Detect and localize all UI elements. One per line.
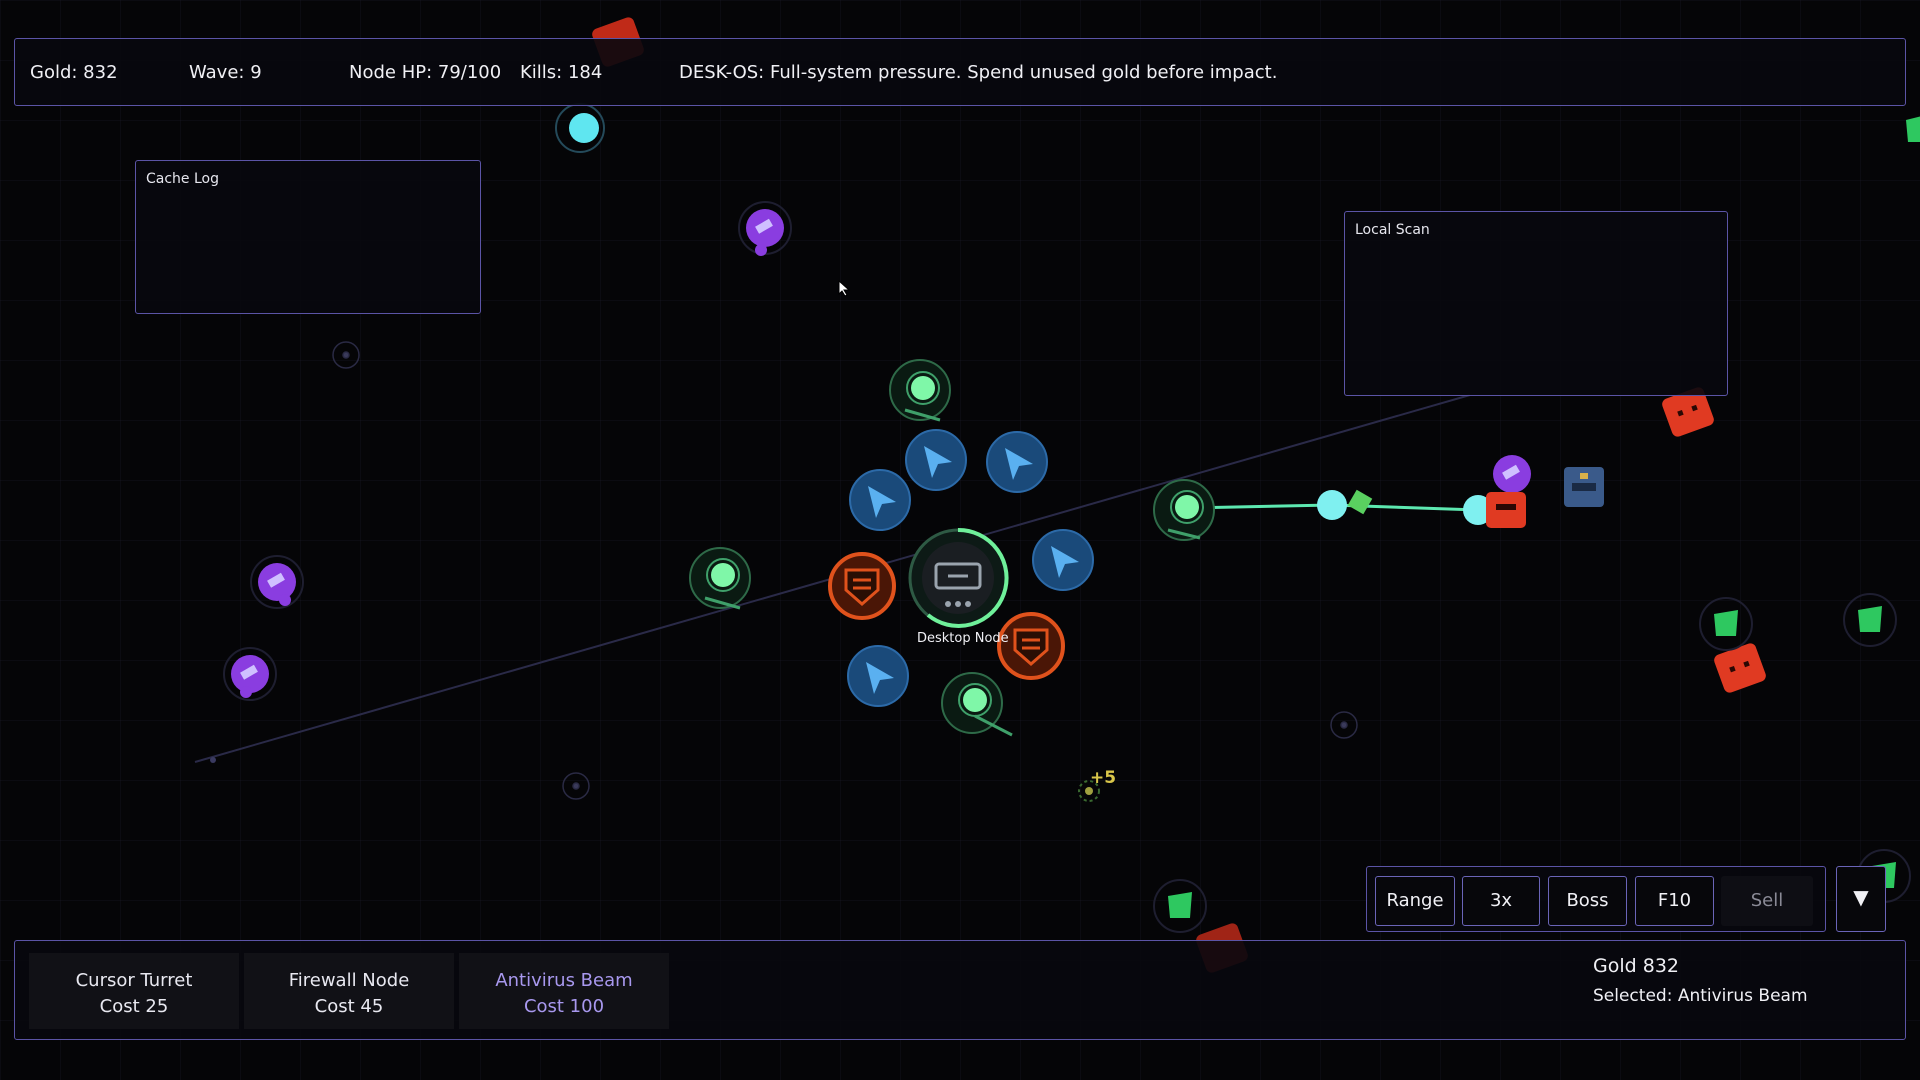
top-hud-bar: Gold: 832 Wave: 9 Node HP: 79/100 Kills:… [14, 38, 1906, 106]
cursor-turret [905, 429, 967, 491]
boss-button[interactable]: Boss [1548, 876, 1627, 926]
cursor-turret [986, 431, 1048, 493]
f10-button[interactable]: F10 [1635, 876, 1714, 926]
mouse-cursor-icon [838, 280, 851, 297]
tower-name: Antivirus Beam [495, 970, 633, 991]
worm-enemy [1906, 116, 1920, 142]
local-scan-panel: Local Scan [1344, 211, 1728, 396]
virus-enemy [1493, 455, 1531, 493]
selected-tower-status: Selected: Antivirus Beam [1593, 986, 1808, 1006]
virus-enemy [250, 555, 304, 609]
chevron-down-icon: ▼ [1853, 885, 1869, 909]
node-hp-counter: Node HP: 79/100 [349, 62, 502, 83]
collapse-button[interactable]: ▼ [1836, 866, 1886, 932]
path-waypoint [210, 757, 216, 763]
databox-enemy [1564, 467, 1604, 507]
antivirus-tower [941, 672, 1013, 737]
shop-card-antivirus-beam[interactable]: Antivirus Beam Cost 100 [459, 953, 669, 1029]
tower-shop-bar: Cursor Turret Cost 25 Firewall Node Cost… [14, 940, 1906, 1040]
tower-cost: Cost 100 [523, 996, 605, 1017]
local-scan-title: Local Scan [1355, 222, 1430, 238]
firewall-node [828, 552, 896, 620]
antivirus-tower [889, 359, 951, 422]
sell-button[interactable]: Sell [1721, 876, 1813, 926]
tower-name: Cursor Turret [75, 970, 193, 991]
desktop-node-label: Desktop Node [917, 631, 1009, 646]
cache-log-title: Cache Log [146, 171, 219, 187]
shop-card-firewall-node[interactable]: Firewall Node Cost 45 [244, 953, 454, 1029]
worm-enemy [1699, 597, 1753, 651]
cursor-turret [849, 469, 911, 531]
cursor-turret [847, 645, 909, 707]
system-message: DESK-OS: Full-system pressure. Spend unu… [679, 62, 1278, 83]
worm-enemy [1843, 593, 1897, 647]
malware-enemy [1486, 492, 1526, 528]
tower-cost: Cost 25 [99, 996, 169, 1017]
worm-enemy [1153, 879, 1207, 933]
virus-enemy [738, 201, 792, 256]
cache-log-panel: Cache Log [135, 160, 481, 314]
gold-counter: Gold: 832 [30, 62, 118, 83]
shop-card-cursor-turret[interactable]: Cursor Turret Cost 25 [29, 953, 239, 1029]
control-panel: Range 3x Boss F10 Sell [1366, 866, 1826, 932]
wave-counter: Wave: 9 [189, 62, 262, 83]
antivirus-tower [689, 547, 751, 610]
kills-counter: Kills: 184 [520, 62, 603, 83]
cursor-turret [1032, 529, 1094, 591]
shop-gold: Gold 832 [1593, 955, 1679, 977]
tower-name: Firewall Node [288, 970, 410, 991]
speed-button[interactable]: 3x [1462, 876, 1540, 926]
gold-reward-popup: +5 [1090, 768, 1117, 788]
desktop-node-core [908, 527, 1009, 628]
worm-enemy [1347, 489, 1373, 515]
tower-cost: Cost 45 [314, 996, 384, 1017]
firewall-node [997, 612, 1065, 680]
antivirus-tower [1153, 479, 1215, 541]
plasma-orb [569, 113, 599, 143]
range-button[interactable]: Range [1375, 876, 1455, 926]
virus-enemy [223, 647, 277, 701]
beam-impact [1317, 490, 1347, 520]
